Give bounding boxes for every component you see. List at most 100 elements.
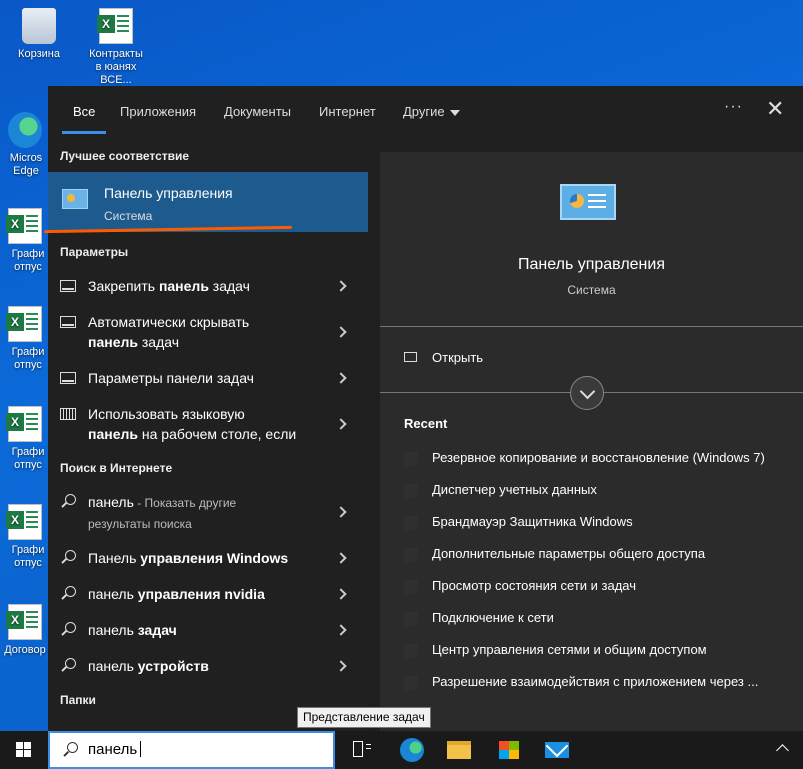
chevron-right-icon[interactable]	[335, 552, 347, 564]
excel-file-icon	[97, 8, 133, 44]
search-icon	[60, 658, 76, 670]
web-item-devices[interactable]: панель устройств	[48, 656, 368, 676]
start-button[interactable]	[0, 731, 48, 769]
search-query: панель	[88, 741, 138, 758]
web-item-control-panel-nvidia[interactable]: панель управления nvidia	[48, 584, 368, 604]
chevron-right-icon[interactable]	[335, 660, 347, 672]
search-icon	[60, 586, 76, 598]
best-match-title: Панель управления	[104, 185, 233, 201]
desktop-icon-label: Графи отпус	[11, 346, 45, 371]
desktop-icon-label: Графи отпус	[11, 544, 45, 569]
settings-item-icon	[404, 644, 418, 658]
item-text-bold: устройств	[137, 658, 209, 674]
desktop-icon-contracts[interactable]: Контракты в юанях ВСЕ...	[86, 8, 146, 87]
settings-item-icon	[404, 548, 418, 562]
desktop-icon-label: Графи отпус	[11, 446, 45, 471]
best-match-subtitle: Система	[104, 209, 153, 223]
tab-other[interactable]: Другие	[403, 104, 460, 119]
excel-file-icon	[6, 306, 42, 342]
taskbar-explorer-button[interactable]	[435, 731, 483, 769]
search-icon	[60, 622, 76, 634]
taskbar-settings-icon	[60, 316, 76, 328]
chevron-right-icon[interactable]	[335, 418, 347, 430]
recent-item-label: Подключение к сети	[432, 610, 554, 625]
desktop-icon-schedule-2[interactable]: Графи отпус	[0, 306, 50, 372]
desktop-icon-contract[interactable]: Договор	[0, 604, 50, 657]
chevron-right-icon[interactable]	[335, 624, 347, 636]
item-text-bold: управления nvidia	[137, 586, 265, 602]
desktop-icon-label: Micros Edge	[9, 152, 43, 177]
web-item-control-panel-windows[interactable]: Панель управления Windows	[48, 548, 368, 568]
search-icon	[60, 494, 76, 506]
desktop-icon-schedule-1[interactable]: Графи отпус	[0, 208, 50, 274]
chevron-right-icon[interactable]	[335, 588, 347, 600]
open-icon	[404, 352, 417, 362]
recent-item-label: Разрешение взаимодействия с приложением …	[432, 674, 759, 689]
task-view-icon	[353, 741, 371, 757]
settings-item-icon	[404, 516, 418, 530]
item-text: Автоматически скрывать	[88, 314, 250, 330]
item-text: Закрепить	[88, 278, 159, 294]
tab-internet[interactable]: Интернет	[319, 104, 376, 119]
web-item-taskbar[interactable]: панель задач	[48, 620, 368, 640]
item-text: панель	[88, 622, 138, 638]
search-tabs: Все Приложения Документы Интернет Другие…	[48, 86, 803, 138]
expand-chevron-icon[interactable]	[570, 376, 604, 410]
desktop-icon-label: Графи отпус	[11, 248, 45, 273]
chevron-right-icon[interactable]	[335, 280, 347, 292]
best-match-heading: Лучшее соответствие	[60, 149, 190, 163]
settings-item-language-bar[interactable]: Использовать языковую панель на рабочем с…	[48, 404, 368, 444]
folders-heading: Папки	[60, 693, 96, 707]
settings-item-icon	[404, 676, 418, 690]
tab-apps[interactable]: Приложения	[120, 104, 196, 119]
tab-documents[interactable]: Документы	[224, 104, 291, 119]
more-options-icon[interactable]: ···	[724, 98, 743, 116]
chevron-down-icon	[449, 109, 460, 116]
desktop-icon-edge[interactable]: Micros Edge	[0, 112, 50, 178]
taskbar-settings-icon	[60, 280, 76, 292]
task-view-button[interactable]	[337, 731, 385, 769]
settings-item-autohide-taskbar[interactable]: Автоматически скрывать панель задач	[48, 312, 368, 352]
taskbar-edge-button[interactable]	[387, 731, 435, 769]
tab-other-label: Другие	[403, 104, 445, 119]
settings-item-taskbar-params[interactable]: Параметры панели задач	[48, 368, 368, 388]
item-text-bold: панель	[158, 278, 209, 294]
item-text-bold: задач	[137, 622, 177, 638]
preview-title: Панель управления	[518, 256, 665, 273]
taskbar-search-input[interactable]: панель	[48, 731, 335, 769]
desktop-icon-label: Договор	[4, 644, 46, 656]
taskbar-store-button[interactable]	[485, 731, 533, 769]
close-icon[interactable]: ✕	[766, 98, 784, 120]
tab-all[interactable]: Все	[73, 104, 95, 119]
settings-item-pin-taskbar[interactable]: Закрепить панель задач	[48, 276, 368, 296]
taskbar-settings-icon	[60, 372, 76, 384]
best-match-item[interactable]: Панель управления Система	[48, 172, 368, 232]
item-text: панель	[88, 494, 134, 510]
item-text: Панель	[88, 550, 141, 566]
settings-item-icon	[404, 484, 418, 498]
item-text: задач	[208, 278, 250, 294]
recent-item-label: Диспетчер учетных данных	[432, 482, 597, 497]
desktop-icon-recycle-bin[interactable]: Корзина	[9, 8, 69, 61]
desktop-icon-schedule-3[interactable]: Графи отпус	[0, 406, 50, 472]
chevron-up-icon[interactable]	[776, 744, 789, 757]
mail-icon	[545, 742, 569, 758]
web-item-panel[interactable]: панель - Показать другие результаты поиск…	[48, 492, 368, 532]
file-explorer-icon	[447, 741, 471, 759]
chevron-right-icon[interactable]	[335, 506, 347, 518]
item-text: панель	[88, 586, 138, 602]
search-panel: Все Приложения Документы Интернет Другие…	[48, 86, 803, 731]
task-view-tooltip: Представление задач	[297, 707, 431, 728]
windows-logo-icon	[24, 742, 31, 749]
preview-pane: Панель управления Система Открыть Recent…	[380, 152, 803, 731]
desktop-icon-schedule-4[interactable]: Графи отпус	[0, 504, 50, 570]
settings-heading: Параметры	[60, 245, 129, 259]
taskbar-mail-button[interactable]	[533, 731, 581, 769]
desktop-icon-label: Корзина	[18, 48, 60, 60]
control-panel-icon	[62, 189, 88, 209]
control-panel-icon	[560, 184, 616, 220]
excel-file-icon	[6, 406, 42, 442]
chevron-right-icon[interactable]	[335, 372, 347, 384]
recent-item-label: Просмотр состояния сети и задач	[432, 578, 637, 593]
chevron-right-icon[interactable]	[335, 326, 347, 338]
